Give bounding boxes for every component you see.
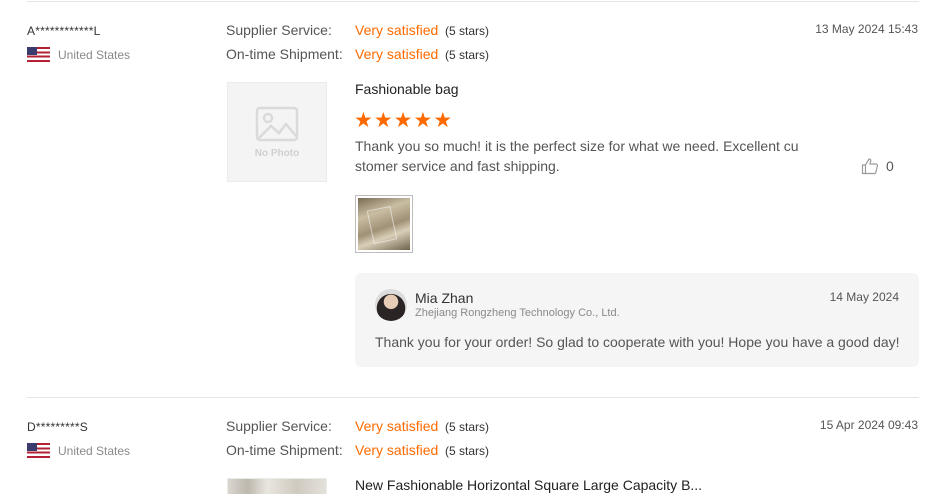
star-icon: ★ <box>354 109 373 132</box>
buyer-name: A************L <box>27 24 101 38</box>
like-button[interactable]: 0 <box>861 157 894 175</box>
us-flag-icon <box>27 47 50 62</box>
rating-stars-text: (5 stars) <box>445 420 490 434</box>
buyer-country: United States <box>27 443 130 458</box>
review-photo[interactable] <box>355 195 413 253</box>
rating-value: Very satisfied <box>355 442 439 458</box>
reply-date: 14 May 2024 <box>829 290 899 304</box>
country-label: United States <box>58 47 131 62</box>
buyer-country: United States <box>27 47 130 62</box>
rating-value: Very satisfied <box>355 22 439 38</box>
rating-value: Very satisfied <box>355 46 439 62</box>
star-icon: ★ <box>373 109 393 132</box>
thumbs-up-icon <box>861 158 879 175</box>
country-label: United States <box>58 443 131 458</box>
rating-label: On-time Shipment: <box>226 442 343 458</box>
rating-stars-text: (5 stars) <box>445 24 490 38</box>
star-icon: ★ <box>393 109 413 132</box>
seller-avatar <box>375 289 407 321</box>
seller-company: Zhejiang Rongzheng Technology Co., Ltd. <box>415 307 620 319</box>
product-title[interactable]: New Fashionable Horizontal Square Large … <box>355 477 702 493</box>
seller-name: Mia Zhan <box>415 290 474 306</box>
seller-reply: Mia Zhan Zhejiang Rongzheng Technology C… <box>355 273 919 367</box>
review-divider-top <box>27 1 919 2</box>
star-rating: ★ ★ ★ ★ ★ <box>354 109 453 132</box>
no-photo-icon <box>255 106 299 141</box>
ontime-shipment-rating: On-time Shipment: Very satisfied (5 star… <box>226 46 489 62</box>
product-thumbnail[interactable]: No Photo <box>227 82 327 182</box>
buyer-name: D*********S <box>27 420 88 434</box>
star-icon: ★ <box>433 109 453 132</box>
supplier-service-rating: Supplier Service: Very satisfied (5 star… <box>226 418 489 434</box>
product-title[interactable]: Fashionable bag <box>355 81 459 97</box>
us-flag-icon <box>27 443 50 458</box>
no-photo-label: No Photo <box>254 147 300 159</box>
review-date: 13 May 2024 15:43 <box>815 22 918 36</box>
rating-stars-text: (5 stars) <box>445 48 490 62</box>
rating-stars-text: (5 stars) <box>445 444 490 458</box>
review-text: Thank you so much! it is the perfect siz… <box>355 138 799 174</box>
reply-text: Thank you for your order! So glad to coo… <box>375 334 900 350</box>
supplier-service-rating: Supplier Service: Very satisfied (5 star… <box>226 22 489 38</box>
product-thumbnail[interactable] <box>227 478 327 494</box>
like-count: 0 <box>886 158 894 174</box>
rating-value: Very satisfied <box>355 418 439 434</box>
star-icon: ★ <box>413 109 433 132</box>
rating-label: On-time Shipment: <box>226 46 343 62</box>
rating-label: Supplier Service: <box>226 22 332 38</box>
review-date: 15 Apr 2024 09:43 <box>819 418 918 432</box>
ontime-shipment-rating: On-time Shipment: Very satisfied (5 star… <box>226 442 489 458</box>
rating-label: Supplier Service: <box>226 418 332 434</box>
review-divider <box>27 397 919 398</box>
